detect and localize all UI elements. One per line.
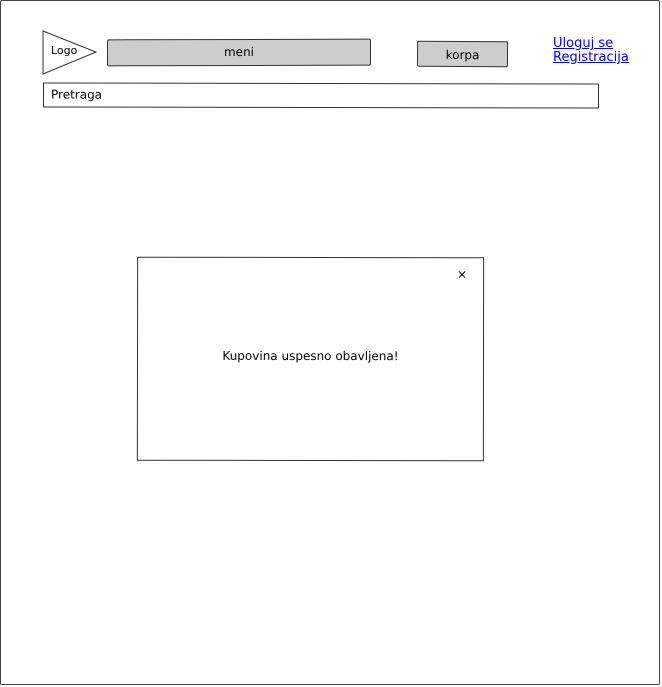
cart-button[interactable]: korpa: [416, 40, 509, 68]
success-message: Kupovina uspesno obavljena!: [222, 348, 399, 364]
logo[interactable]: Logo: [42, 30, 98, 75]
menu-button[interactable]: meni: [106, 38, 372, 67]
logo-label: Logo: [51, 44, 78, 57]
login-link[interactable]: Uloguj se: [553, 37, 629, 51]
register-link[interactable]: Registracija: [553, 51, 629, 65]
purchase-success-dialog: × Kupovina uspesno obavljena!: [136, 256, 485, 462]
auth-links: Uloguj se Registracija: [553, 37, 629, 65]
close-icon[interactable]: ×: [457, 267, 467, 281]
search-input[interactable]: Pretraga: [42, 82, 600, 109]
